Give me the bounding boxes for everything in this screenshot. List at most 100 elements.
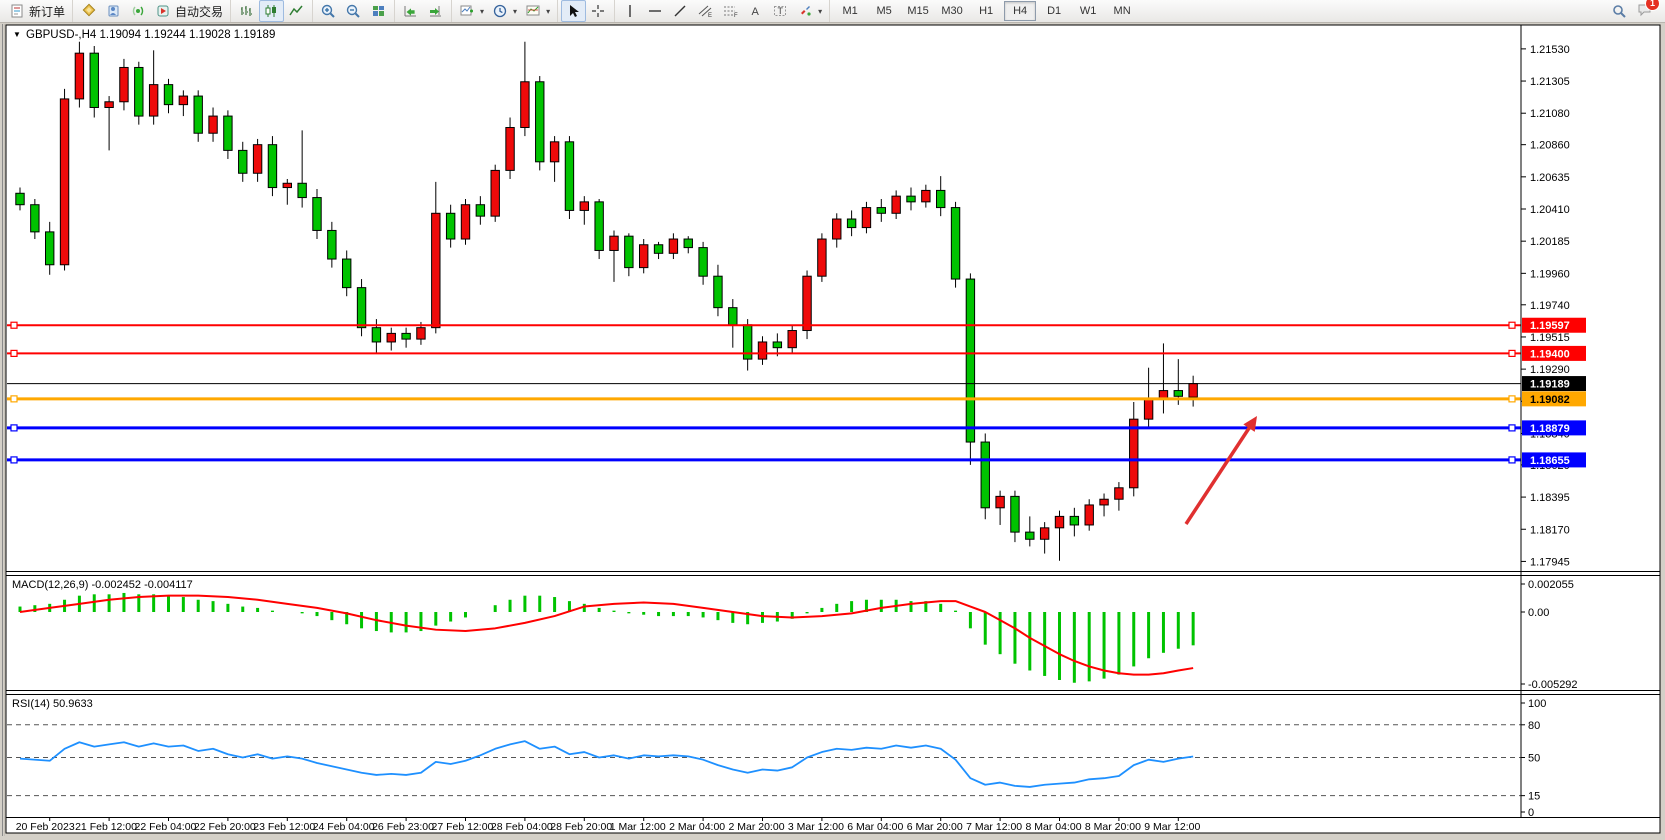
chart-shift-icon [427, 3, 444, 19]
svg-text:1.21080: 1.21080 [1530, 108, 1570, 120]
chart-shift-button[interactable] [423, 0, 448, 22]
timeframe-m1[interactable]: M1 [834, 1, 866, 21]
svg-text:3 Mar 12:00: 3 Mar 12:00 [788, 821, 844, 833]
fibonacci-button[interactable]: F [718, 0, 743, 22]
periods-icon [492, 3, 509, 19]
timeframe-m5[interactable]: M5 [868, 1, 900, 21]
price-badge: 1.19400 [1530, 348, 1570, 360]
chart-title: GBPUSD-,H4 1.19094 1.19244 1.19028 1.191… [26, 29, 275, 41]
label-icon: T [772, 3, 789, 19]
svg-text:23 Feb 12:00: 23 Feb 12:00 [253, 821, 315, 833]
price-badge: 1.19082 [1530, 394, 1570, 406]
market-watch-button[interactable] [101, 0, 126, 22]
line-chart-button[interactable] [284, 0, 309, 22]
macd-label: MACD(12,26,9) -0.002452 -0.004117 [12, 579, 193, 591]
svg-text:2 Mar 20:00: 2 Mar 20:00 [729, 821, 785, 833]
crosshair-button[interactable] [586, 0, 611, 22]
candlestick-chart-icon [263, 3, 280, 19]
main-toolbar: 新订单 自动交易 [0, 0, 1665, 23]
zoom-out-button[interactable] [341, 0, 366, 22]
svg-text:1.19740: 1.19740 [1530, 300, 1570, 312]
new-order-label: 新订单 [29, 3, 65, 20]
cursor-button[interactable] [561, 0, 586, 22]
new-order-button[interactable]: 新订单 [5, 0, 69, 22]
channel-button[interactable]: E [693, 0, 718, 22]
timeframe-w1[interactable]: W1 [1072, 1, 1104, 21]
autotrading-label: 自动交易 [175, 3, 223, 20]
autotrading-button[interactable]: 自动交易 [151, 0, 227, 22]
timeframe-m15[interactable]: M15 [902, 1, 934, 21]
timeframe-d1[interactable]: D1 [1038, 1, 1070, 21]
svg-text:6 Mar 04:00: 6 Mar 04:00 [847, 821, 903, 833]
svg-text:0.002055: 0.002055 [1528, 579, 1574, 591]
price-badge: 1.19597 [1530, 320, 1570, 332]
signals-button[interactable] [126, 0, 151, 22]
svg-text:50: 50 [1528, 753, 1540, 765]
trendline-icon [672, 3, 689, 19]
arrows-button[interactable]: ▾ [793, 0, 826, 22]
templates-button[interactable]: ▾ [521, 0, 554, 22]
autotrading-icon [155, 3, 172, 19]
candlestick-chart-button[interactable] [259, 0, 284, 22]
zoom-out-icon [345, 3, 362, 19]
text-button[interactable]: A [743, 0, 768, 22]
templates-icon [525, 3, 542, 19]
new-chart-button[interactable]: ▾ [455, 0, 488, 22]
search-icon[interactable] [1611, 3, 1628, 19]
svg-text:22 Feb 04:00: 22 Feb 04:00 [135, 821, 197, 833]
metaeditor-button[interactable] [76, 0, 101, 22]
timeframe-h4[interactable]: H4 [1004, 1, 1036, 21]
timeframe-h1[interactable]: H1 [970, 1, 1002, 21]
svg-text:F: F [734, 13, 738, 19]
svg-text:1.20860: 1.20860 [1530, 140, 1570, 152]
svg-text:1.19960: 1.19960 [1530, 268, 1570, 280]
svg-text:1.17945: 1.17945 [1530, 556, 1570, 568]
periods-button[interactable]: ▾ [488, 0, 521, 22]
zoom-in-button[interactable] [316, 0, 341, 22]
horizontal-line-button[interactable] [643, 0, 668, 22]
metaeditor-icon [80, 3, 97, 19]
svg-text:80: 80 [1528, 720, 1540, 732]
label-button[interactable]: T [768, 0, 793, 22]
mt4-terminal: { "toolbar": { "new_order_label": "新订单",… [0, 0, 1665, 840]
timeframe-m30[interactable]: M30 [936, 1, 968, 21]
chevron-down-icon: ▾ [513, 7, 517, 16]
tile-windows-button[interactable] [366, 0, 391, 22]
notifications-button[interactable]: 1 [1636, 1, 1653, 22]
bar-chart-button[interactable] [234, 0, 259, 22]
notification-badge: 1 [1645, 0, 1660, 11]
zoom-in-icon [320, 3, 337, 19]
svg-text:1.19290: 1.19290 [1530, 364, 1570, 376]
fibonacci-icon: F [722, 3, 739, 19]
svg-text:9 Mar 12:00: 9 Mar 12:00 [1144, 821, 1200, 833]
rsi-label: RSI(14) 50.9633 [12, 698, 93, 710]
trendline-button[interactable] [668, 0, 693, 22]
new-order-icon [9, 3, 26, 19]
svg-text:28 Feb 04:00: 28 Feb 04:00 [491, 821, 553, 833]
svg-text:100: 100 [1528, 698, 1546, 710]
chart-dropdown-icon: ▼ [13, 30, 21, 39]
svg-text:7 Mar 12:00: 7 Mar 12:00 [966, 821, 1022, 833]
signals-icon [130, 3, 147, 19]
svg-text:8 Mar 20:00: 8 Mar 20:00 [1085, 821, 1141, 833]
price-badge: 1.19189 [1530, 379, 1570, 391]
price-badge: 1.18879 [1530, 423, 1570, 435]
crosshair-icon [590, 3, 607, 19]
svg-text:T: T [778, 6, 784, 16]
svg-text:1.21530: 1.21530 [1530, 44, 1570, 56]
vertical-line-button[interactable] [618, 0, 643, 22]
chevron-down-icon: ▾ [546, 7, 550, 16]
svg-text:-0.005292: -0.005292 [1528, 679, 1578, 691]
horizontal-line-icon [647, 3, 664, 19]
line-chart-icon [288, 3, 305, 19]
timeframe-mn[interactable]: MN [1106, 1, 1138, 21]
chart-area[interactable]: ▼ GBPUSD-,H4 1.19094 1.19244 1.19028 1.19… [0, 0, 1665, 840]
svg-text:1.19515: 1.19515 [1530, 332, 1570, 344]
auto-scroll-button[interactable] [398, 0, 423, 22]
svg-text:27 Feb 12:00: 27 Feb 12:00 [432, 821, 494, 833]
price-badge: 1.18655 [1530, 455, 1570, 467]
vertical-line-icon [622, 3, 639, 19]
svg-text:22 Feb 20:00: 22 Feb 20:00 [194, 821, 256, 833]
svg-text:2 Mar 04:00: 2 Mar 04:00 [669, 821, 725, 833]
svg-text:1.18170: 1.18170 [1530, 524, 1570, 536]
